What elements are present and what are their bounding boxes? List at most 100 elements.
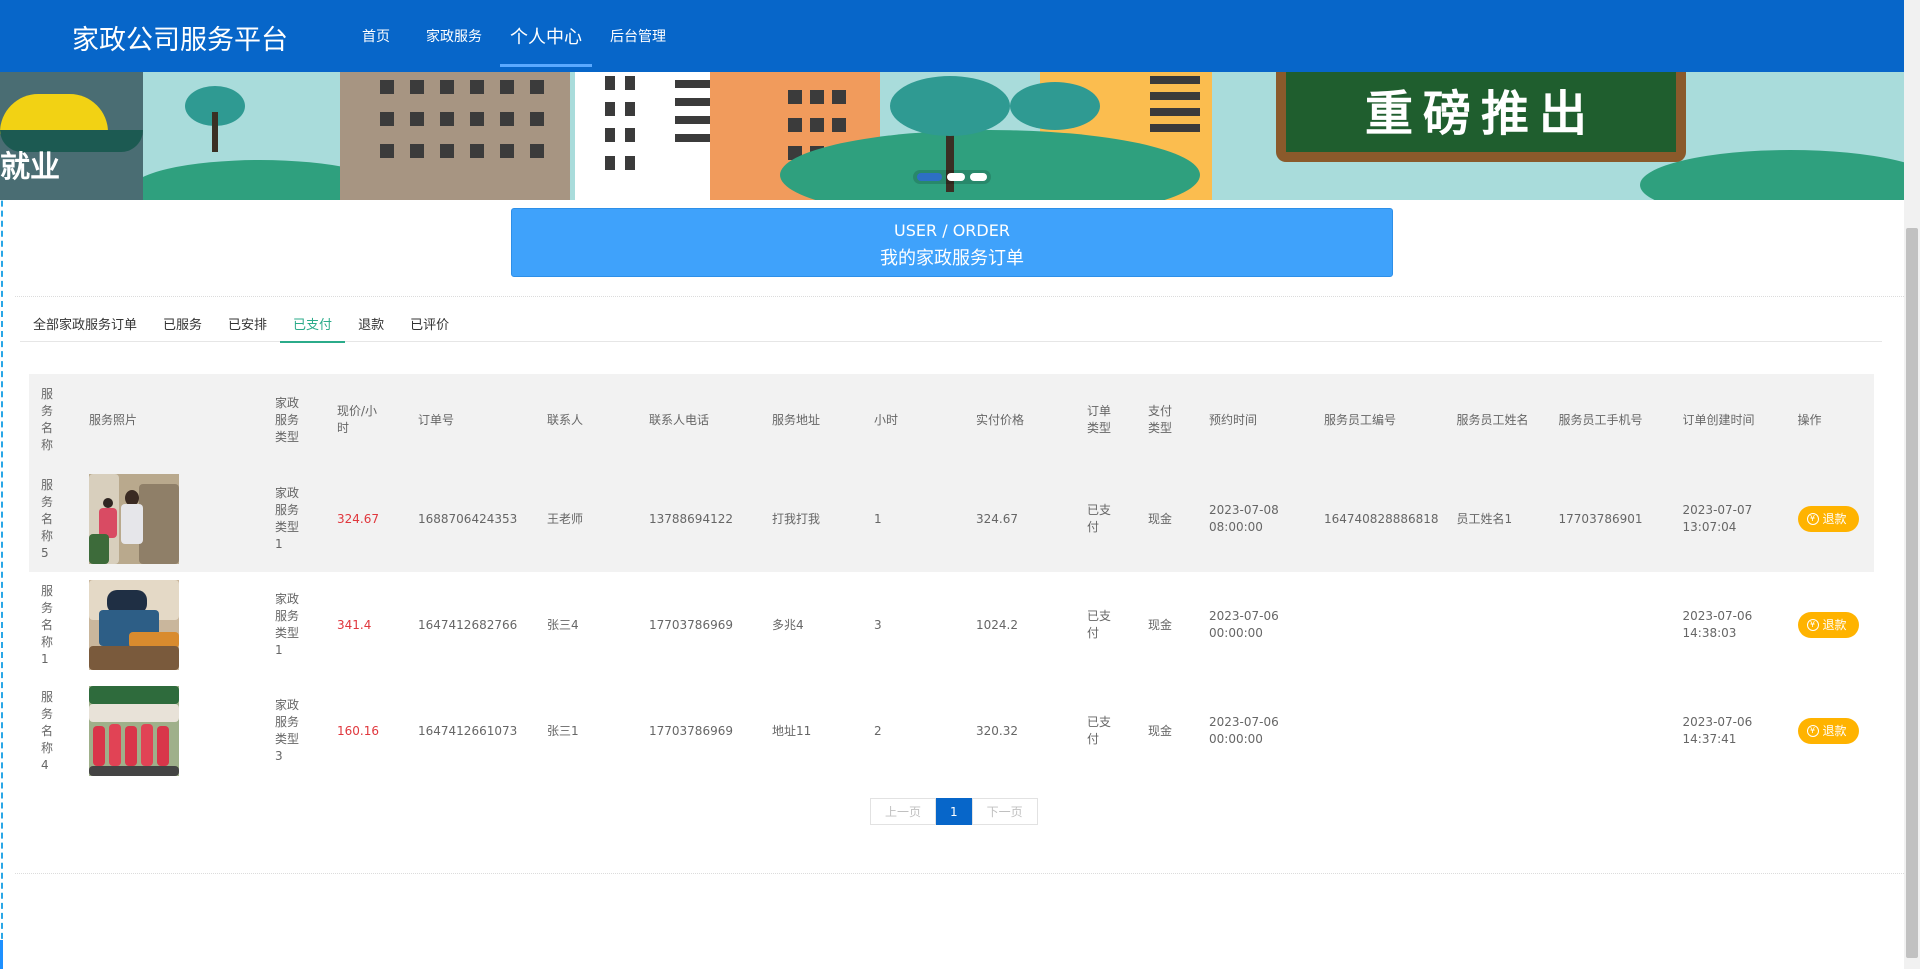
refund-button-label: 退款 (1822, 617, 1847, 632)
banner-board-text: 重磅推出 (1286, 72, 1676, 152)
tab-reviewed[interactable]: 已评价 (397, 304, 462, 342)
cell-staff-name (1445, 678, 1547, 784)
cell-contact: 张三4 (547, 617, 579, 632)
page-number-button[interactable]: 1 (936, 798, 972, 825)
banner-tree (890, 76, 1010, 136)
vertical-scrollbar[interactable] (1904, 0, 1920, 969)
cell-pay-type: 现金 (1148, 723, 1173, 738)
order-status-tabs: 全部家政服务订单 已服务 已安排 已支付 退款 已评价 (20, 304, 1882, 343)
orders-table: 服务名称 服务照片 家政服务类型 现价/小时 订单号 联系人 联系人电话 服务地… (29, 374, 1874, 784)
carousel-dot[interactable] (917, 173, 943, 181)
divider (15, 873, 1904, 874)
cell-actions: ¥ 退款 (1786, 572, 1874, 678)
cell-paid-price: 320.32 (976, 723, 1018, 738)
col-service-name: 服务名称 (29, 374, 77, 466)
cell-order-type: 已支付 (1087, 609, 1112, 640)
cell-address: 多兆4 (772, 617, 804, 632)
col-staff-no: 服务员工编号 (1312, 374, 1445, 466)
cell-actions: ¥ 退款 (1785, 466, 1874, 572)
col-pay-type: 支付类型 (1136, 374, 1197, 466)
table-row[interactable]: 服务名称5 家政服务类型1 324.67 1688706424353 王老师 1… (29, 466, 1874, 572)
col-address: 服务地址 (760, 374, 862, 466)
cell-service-name: 服务名称4 (41, 689, 54, 772)
prev-page-button[interactable]: 上一页 (870, 798, 937, 825)
cell-created-time: 2023-07-07 13:07:04 (1670, 466, 1786, 572)
cell-paid-price: 324.67 (964, 466, 1075, 572)
cell-staff-phone: 17703786901 (1546, 466, 1671, 572)
col-service-type: 家政服务类型 (263, 374, 325, 466)
refund-button-label: 退款 (1822, 723, 1847, 738)
service-photo[interactable] (89, 580, 179, 670)
cell-hours: 1 (862, 466, 964, 572)
col-price-per-hour: 现价/小时 (325, 374, 406, 466)
cell-hours: 2 (874, 723, 882, 738)
table-row[interactable]: 服务名称1 家政服务类型1 341.4 1647412682766 张三4 17… (29, 572, 1874, 678)
col-staff-phone: 服务员工手机号 (1546, 374, 1671, 466)
banner-board: 重磅推出 (1276, 72, 1686, 162)
cell-order-type: 已支付 (1075, 466, 1136, 572)
carousel-dot[interactable] (947, 173, 965, 181)
cell-staff-no: 164740828886818 (1312, 466, 1445, 572)
banner-tree (1010, 82, 1100, 130)
tab-refund[interactable]: 退款 (345, 304, 397, 342)
carousel-indicators (913, 170, 991, 184)
left-guide-marker (0, 940, 3, 969)
cell-contact: 张三1 (547, 723, 579, 738)
col-paid-price: 实付价格 (964, 374, 1075, 466)
refund-button[interactable]: ¥ 退款 (1797, 718, 1859, 744)
cell-pay-type: 现金 (1136, 466, 1197, 572)
main-nav: 首页 家政服务 个人中心 后台管理 (344, 0, 684, 72)
col-contact-phone: 联系人电话 (637, 374, 760, 466)
cell-actions: ¥ 退款 (1786, 678, 1874, 784)
cell-service-photo (77, 466, 263, 572)
service-photo[interactable] (89, 686, 179, 776)
table-row[interactable]: 服务名称4 家政服务类型3 160.16 1647412661073 张三1 1… (29, 678, 1874, 784)
cell-staff-phone (1547, 572, 1671, 678)
cell-service-type: 家政服务类型1 (275, 592, 300, 657)
carousel-dot[interactable] (969, 173, 987, 181)
banner-building (575, 72, 725, 200)
cell-paid-price: 1024.2 (976, 617, 1018, 632)
tab-paid[interactable]: 已支付 (280, 304, 346, 343)
cell-service-photo (77, 572, 263, 678)
nav-services[interactable]: 家政服务 (408, 0, 500, 72)
yen-icon: ¥ (1806, 725, 1819, 737)
banner-carousel[interactable]: 就业 重磅推出 (0, 72, 1904, 200)
refund-button[interactable]: ¥ 退款 (1797, 506, 1859, 532)
cell-contact: 王老师 (535, 466, 637, 572)
yen-icon: ¥ (1806, 513, 1819, 525)
tab-all-orders[interactable]: 全部家政服务订单 (20, 304, 150, 342)
cell-order-no: 1647412682766 (418, 617, 518, 632)
service-photo[interactable] (89, 474, 179, 564)
brand-title[interactable]: 家政公司服务平台 (72, 18, 288, 57)
nav-home[interactable]: 首页 (344, 0, 408, 72)
cell-address: 打我打我 (760, 466, 862, 572)
refund-button[interactable]: ¥ 退款 (1797, 612, 1859, 638)
divider (15, 296, 1904, 297)
cell-service-name: 服务名称5 (29, 466, 77, 572)
pagination: 上一页 1 下一页 (870, 798, 1038, 825)
cell-service-type: 家政服务类型1 (263, 466, 325, 572)
nav-admin[interactable]: 后台管理 (592, 0, 684, 72)
tab-served[interactable]: 已服务 (150, 304, 215, 342)
cell-order-no: 1647412661073 (418, 723, 518, 738)
col-created-time: 订单创建时间 (1670, 374, 1786, 466)
tab-arranged[interactable]: 已安排 (215, 304, 280, 342)
scrollbar-thumb[interactable] (1906, 228, 1918, 958)
banner-left-text: 就业 (0, 150, 60, 185)
nav-personal-center[interactable]: 个人中心 (500, 0, 592, 72)
cell-contact-phone: 17703786969 (649, 617, 733, 632)
banner-left-panel: 就业 (0, 72, 143, 200)
next-page-button[interactable]: 下一页 (971, 798, 1038, 825)
cell-hours: 3 (874, 617, 882, 632)
cell-service-type: 家政服务类型3 (275, 698, 300, 763)
cell-staff-no (1312, 678, 1445, 784)
col-contact: 联系人 (535, 374, 637, 466)
yen-icon: ¥ (1806, 619, 1819, 631)
cell-staff-phone (1547, 678, 1671, 784)
cell-price: 324.67 (325, 466, 406, 572)
cell-appointment-time: 2023-07-08 08:00:00 (1197, 466, 1312, 572)
cell-order-type: 已支付 (1087, 715, 1112, 746)
cell-appointment-time: 2023-07-06 00:00:00 (1209, 715, 1279, 746)
cell-service-photo (77, 678, 263, 784)
